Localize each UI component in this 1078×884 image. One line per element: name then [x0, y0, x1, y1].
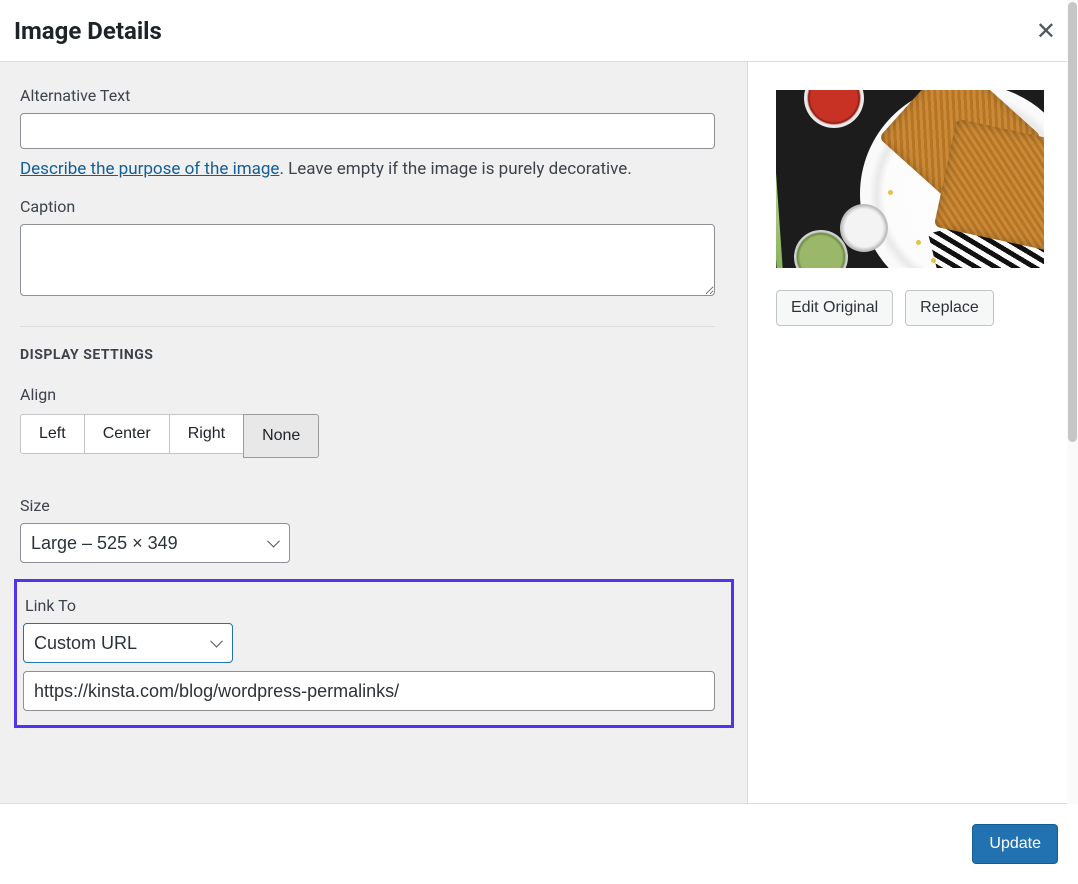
- caption-label: Caption: [20, 197, 727, 216]
- link-url-input[interactable]: [23, 671, 715, 711]
- caption-input[interactable]: [20, 224, 715, 296]
- preview-crumb: [888, 190, 893, 195]
- size-select-wrap: Large – 525 × 349: [20, 523, 290, 563]
- image-preview: [776, 90, 1044, 268]
- alt-help-text: Describe the purpose of the image. Leave…: [20, 159, 727, 179]
- alt-text-label: Alternative Text: [20, 86, 727, 105]
- modal-footer: Update: [0, 804, 1078, 884]
- settings-panel: Alternative Text Describe the purpose of…: [0, 62, 748, 803]
- scrollbar-thumb[interactable]: [1068, 2, 1077, 442]
- alt-text-input[interactable]: [20, 113, 715, 149]
- content-area: Alternative Text Describe the purpose of…: [0, 62, 1078, 804]
- align-label: Align: [20, 385, 727, 404]
- preview-bowl-white: [840, 204, 888, 252]
- preview-crumb: [916, 240, 921, 245]
- size-label: Size: [20, 496, 727, 515]
- scrollbar-track[interactable]: [1067, 0, 1078, 804]
- modal-title: Image Details: [14, 17, 162, 45]
- align-left-button[interactable]: Left: [20, 414, 85, 454]
- describe-purpose-link[interactable]: Describe the purpose of the image: [20, 159, 279, 179]
- divider: [20, 326, 715, 327]
- align-center-button[interactable]: Center: [84, 414, 170, 454]
- preview-crumb: [931, 258, 936, 263]
- alt-help-suffix: . Leave empty if the image is purely dec…: [279, 159, 631, 179]
- align-none-button[interactable]: None: [243, 414, 319, 458]
- preview-scallion: [776, 130, 787, 268]
- preview-panel: Edit Original Replace: [748, 62, 1078, 803]
- display-settings-heading: Display Settings: [20, 347, 727, 363]
- replace-button[interactable]: Replace: [905, 290, 994, 326]
- link-to-select-wrap: Custom URL: [23, 623, 233, 663]
- close-icon[interactable]: ✕: [1028, 13, 1064, 49]
- modal-header: Image Details ✕: [0, 0, 1078, 62]
- preview-bowl-red: [804, 90, 864, 128]
- size-select[interactable]: Large – 525 × 349: [20, 523, 290, 563]
- edit-original-button[interactable]: Edit Original: [776, 290, 893, 326]
- link-to-label: Link To: [25, 596, 723, 615]
- preview-bowl-green: [794, 230, 848, 268]
- align-button-group: Left Center Right None: [20, 414, 319, 458]
- update-button[interactable]: Update: [972, 824, 1058, 864]
- align-right-button[interactable]: Right: [169, 414, 244, 454]
- link-to-highlight: Link To Custom URL: [14, 579, 734, 728]
- link-to-select[interactable]: Custom URL: [23, 623, 233, 663]
